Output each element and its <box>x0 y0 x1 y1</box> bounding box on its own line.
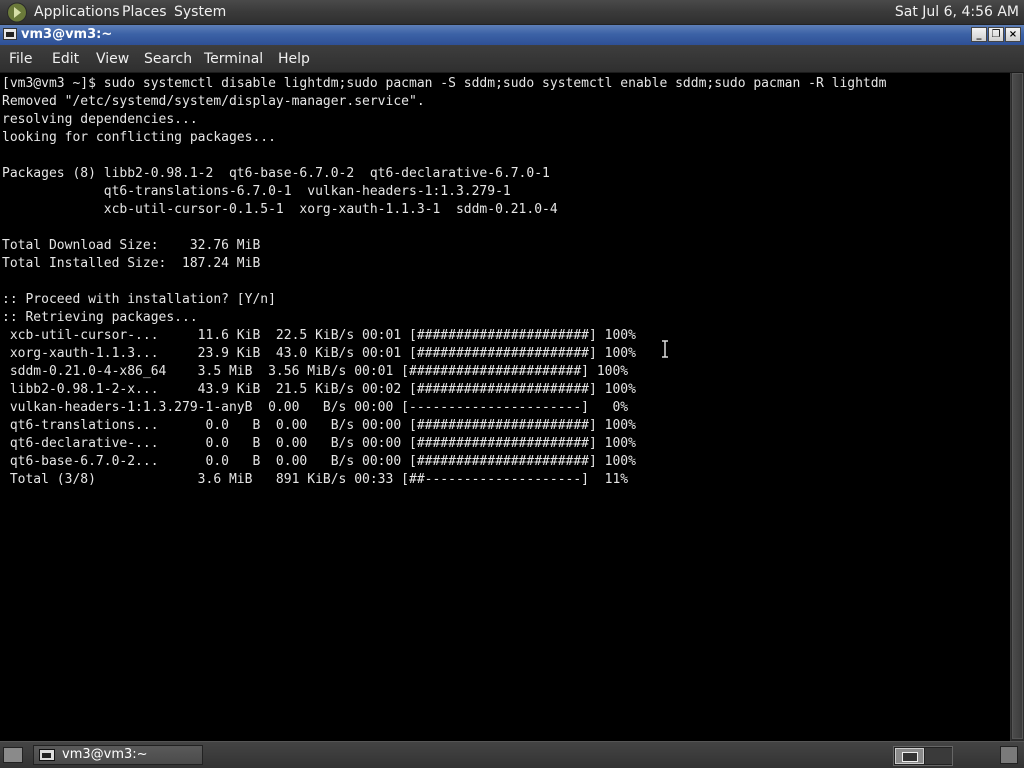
menu-places[interactable]: Places <box>122 0 167 25</box>
menu-system[interactable]: System <box>174 0 226 25</box>
terminal-line: resolving dependencies... <box>2 112 198 127</box>
terminal-icon <box>39 749 55 761</box>
terminal-line: Total Installed Size: 187.24 MiB <box>2 256 261 271</box>
workspace-2[interactable] <box>925 748 952 764</box>
menu-view[interactable]: View <box>96 45 129 73</box>
terminal-line: Removed "/etc/systemd/system/display-man… <box>2 94 425 109</box>
menu-search[interactable]: Search <box>144 45 192 73</box>
show-desktop-icon[interactable] <box>3 747 23 763</box>
workspace-1[interactable] <box>895 748 924 764</box>
terminal-output[interactable]: [vm3@vm3 ~]$ sudo systemctl disable ligh… <box>0 73 1010 741</box>
menu-applications[interactable]: Applications <box>34 0 120 25</box>
terminal-line: xorg-xauth-1.1.3... 23.9 KiB 43.0 KiB/s … <box>2 346 636 361</box>
vertical-scrollbar[interactable] <box>1010 73 1024 741</box>
close-button[interactable]: × <box>1005 27 1021 42</box>
taskbar-window-label: vm3@vm3:~ <box>62 747 148 762</box>
terminal-line: qt6-translations... 0.0 B 0.00 B/s 00:00… <box>2 418 636 433</box>
menu-file[interactable]: File <box>9 45 32 73</box>
ibeam-cursor-icon <box>662 340 668 358</box>
terminal-line: xcb-util-cursor-0.1.5-1 xorg-xauth-1.1.3… <box>2 202 558 217</box>
terminal-text[interactable]: [vm3@vm3 ~]$ sudo systemctl disable ligh… <box>2 75 886 489</box>
terminal-line: :: Retrieving packages... <box>2 310 198 325</box>
terminal-line: qt6-base-6.7.0-2... 0.0 B 0.00 B/s 00:00… <box>2 454 636 469</box>
terminal-line: sddm-0.21.0-4-x86_64 3.5 MiB 3.56 MiB/s … <box>2 364 629 379</box>
terminal-line: qt6-translations-6.7.0-1 vulkan-headers-… <box>2 184 511 199</box>
terminal-line: vulkan-headers-1:1.3.279-1-anyB 0.00 B/s… <box>2 400 629 415</box>
menu-help[interactable]: Help <box>278 45 310 73</box>
top-panel: Applications Places System Sat Jul 6, 4:… <box>0 0 1024 25</box>
terminal-icon[interactable] <box>3 28 17 40</box>
gnome-foot-icon[interactable] <box>6 2 28 23</box>
terminal-line: [vm3@vm3 ~]$ sudo systemctl disable ligh… <box>2 76 887 91</box>
taskbar-window-button[interactable]: vm3@vm3:~ <box>33 745 203 765</box>
terminal-line: qt6-declarative-... 0.0 B 0.00 B/s 00:00… <box>2 436 636 451</box>
window-titlebar[interactable]: vm3@vm3:~ _ ❐ × <box>0 25 1024 45</box>
menu-edit[interactable]: Edit <box>52 45 79 73</box>
trash-icon[interactable] <box>1000 746 1018 764</box>
terminal-line: libb2-0.98.1-2-x... 43.9 KiB 21.5 KiB/s … <box>2 382 636 397</box>
terminal-line: Total Download Size: 32.76 MiB <box>2 238 261 253</box>
window-title: vm3@vm3:~ <box>21 27 113 42</box>
workspace-switcher[interactable] <box>893 746 953 766</box>
maximize-button[interactable]: ❐ <box>988 27 1004 42</box>
terminal-line: xcb-util-cursor-... 11.6 KiB 22.5 KiB/s … <box>2 328 636 343</box>
menu-terminal[interactable]: Terminal <box>204 45 263 73</box>
minimize-button[interactable]: _ <box>971 27 987 42</box>
clock[interactable]: Sat Jul 6, 4:56 AM <box>895 0 1019 25</box>
terminal-line: :: Proceed with installation? [Y/n] <box>2 292 276 307</box>
menubar: File Edit View Search Terminal Help <box>0 45 1024 73</box>
bottom-panel: vm3@vm3:~ <box>0 741 1024 768</box>
terminal-line: looking for conflicting packages... <box>2 130 276 145</box>
scrollbar-thumb[interactable] <box>1012 73 1023 739</box>
terminal-line: Total (3/8) 3.6 MiB 891 KiB/s 00:33 [##-… <box>2 472 629 487</box>
terminal-line: Packages (8) libb2-0.98.1-2 qt6-base-6.7… <box>2 166 550 181</box>
